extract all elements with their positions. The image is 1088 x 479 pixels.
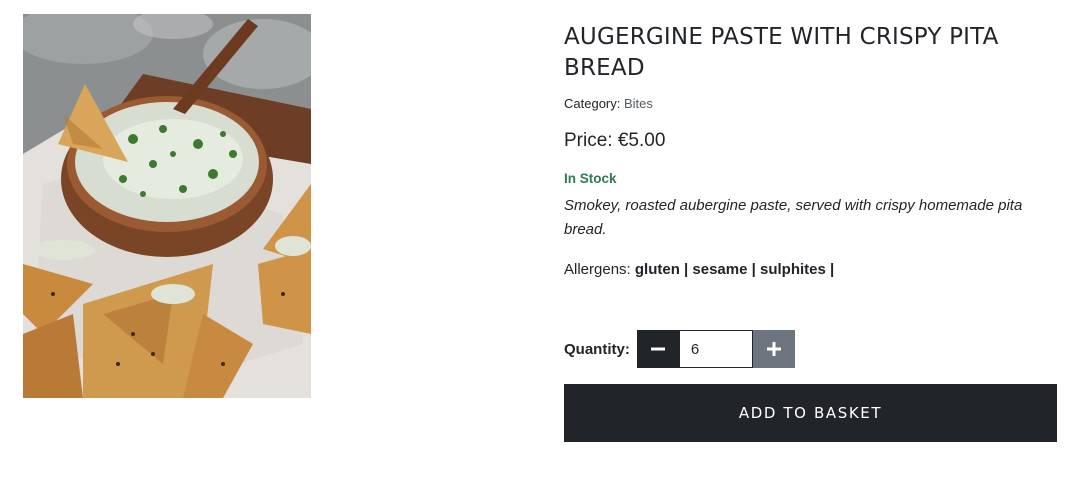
stock-status: In Stock xyxy=(564,171,617,186)
product-price: Price: €5.00 xyxy=(564,130,666,151)
quantity-selector: Quantity: xyxy=(564,330,795,368)
product-category: Category: Bites xyxy=(564,96,1059,112)
product-description: Smokey, roasted aubergine paste, served … xyxy=(564,197,1023,238)
add-to-basket-button[interactable]: ADD TO BASKET xyxy=(564,384,1057,442)
product-allergens: Allergens: gluten | sesame | sulphites | xyxy=(564,260,1059,280)
minus-icon xyxy=(650,347,665,351)
increment-button[interactable] xyxy=(752,330,795,368)
category-label: Category: xyxy=(564,96,621,111)
product-photo xyxy=(23,14,311,398)
category-value[interactable]: Bites xyxy=(624,96,653,111)
product-image xyxy=(23,14,311,398)
product-title: AUGERGINE PASTE WITH CRISPY PITA BREAD xyxy=(564,24,999,81)
decrement-button[interactable] xyxy=(636,330,679,368)
quantity-label: Quantity: xyxy=(564,340,630,358)
plus-icon xyxy=(766,342,781,356)
quantity-input[interactable] xyxy=(678,330,753,368)
allergens-label: Allergens: xyxy=(564,261,631,278)
allergens-list: gluten | sesame | sulphites | xyxy=(634,261,835,278)
product-details: AUGERGINE PASTE WITH CRISPY PITA BREAD C… xyxy=(564,22,1059,280)
